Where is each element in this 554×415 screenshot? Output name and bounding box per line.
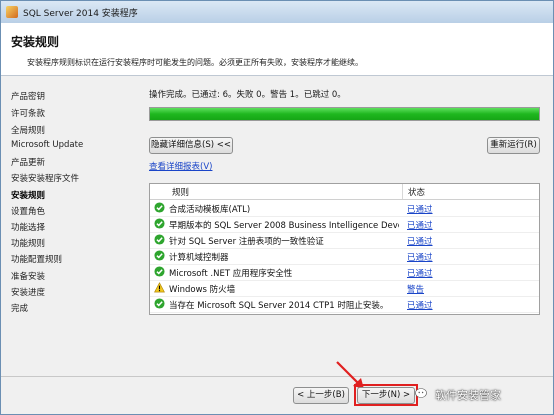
check-icon	[154, 298, 165, 309]
rule-name: 早期版本的 SQL Server 2008 Business Intellige…	[169, 221, 399, 231]
warning-icon	[154, 282, 165, 293]
steps-sidebar: 产品密钥 许可条款 全局规则 Microsoft Update 产品更新 安装安…	[1, 76, 137, 376]
check-icon	[154, 266, 165, 277]
rule-name: Windows 防火墙	[169, 285, 236, 295]
title-bar: SQL Server 2014 安装程序	[1, 1, 553, 24]
window-title: SQL Server 2014 安装程序	[23, 9, 138, 19]
hide-details-button[interactable]: 隐藏详细信息(S) <<	[149, 137, 233, 154]
wechat-logo-icon	[415, 388, 427, 398]
rule-status-link[interactable]: 已通过	[407, 203, 433, 215]
rule-name: Microsoft .NET 应用程序安全性	[169, 269, 293, 279]
table-row[interactable]: 针对 SQL Server 注册表项的一致性验证 已通过	[150, 232, 539, 249]
rule-status-link[interactable]: 已通过	[407, 251, 433, 263]
sidebar-item-product-key[interactable]: 产品密钥	[11, 90, 45, 102]
table-row[interactable]: 早期版本的 SQL Server 2008 Business Intellige…	[150, 216, 539, 233]
back-button[interactable]: < 上一步(B)	[293, 387, 349, 404]
page-header: 安装规则 安装程序规则标识在运行安装程序时可能发生的问题。必须更正所有失败，安装…	[1, 23, 553, 76]
footer-divider	[1, 376, 553, 377]
page-title: 安装规则	[11, 35, 60, 49]
view-report-link[interactable]: 查看详细报表(V)	[149, 160, 212, 172]
sidebar-item-product-updates[interactable]: 产品更新	[11, 156, 45, 168]
check-icon	[154, 202, 165, 213]
sidebar-item-setup-role[interactable]: 设置角色	[11, 205, 45, 217]
sidebar-item-feature-rules[interactable]: 功能规则	[11, 237, 45, 249]
table-row[interactable]: 计算机域控制器 已通过	[150, 248, 539, 265]
operation-status: 操作完成。已通过: 6。失败 0。警告 1。已跳过 0。	[149, 90, 346, 100]
watermark-text: 软件安装管家	[435, 389, 501, 402]
check-icon	[154, 250, 165, 261]
table-row[interactable]: 合成活动模板库(ATL) 已通过	[150, 200, 539, 217]
sidebar-item-complete[interactable]: 完成	[11, 302, 28, 314]
table-row[interactable]: Microsoft .NET 应用程序安全性 已通过	[150, 264, 539, 281]
sidebar-item-ready-to-install[interactable]: 准备安装	[11, 270, 45, 282]
rule-status-link[interactable]: 已通过	[407, 267, 433, 279]
sidebar-item-install-rules[interactable]: 安装规则	[11, 189, 45, 201]
column-header-status[interactable]: 状态	[408, 186, 425, 198]
next-button-highlight	[354, 384, 418, 406]
rules-table: 规则 状态 合成活动模板库(ATL) 已通过 早期版本的 SQL Server …	[149, 183, 540, 315]
rule-status-link[interactable]: 警告	[407, 283, 424, 295]
sql-server-app-icon	[6, 6, 18, 18]
column-separator	[402, 184, 403, 199]
table-header: 规则 状态	[150, 184, 539, 200]
rule-status-link[interactable]: 已通过	[407, 299, 433, 311]
page-description: 安装程序规则标识在运行安装程序时可能发生的问题。必须更正所有失败，安装程序才能继…	[27, 58, 363, 67]
sidebar-item-license-terms[interactable]: 许可条款	[11, 107, 45, 119]
rule-status-link[interactable]: 已通过	[407, 219, 433, 231]
rule-name: 当存在 Microsoft SQL Server 2014 CTP1 时阻止安装…	[169, 301, 389, 311]
sidebar-item-feature-config-rules[interactable]: 功能配置规则	[11, 253, 62, 265]
rule-name: 针对 SQL Server 注册表项的一致性验证	[169, 237, 324, 247]
rule-status-link[interactable]: 已通过	[407, 235, 433, 247]
sidebar-item-feature-selection[interactable]: 功能选择	[11, 221, 45, 233]
main-content: 操作完成。已通过: 6。失败 0。警告 1。已跳过 0。 隐藏详细信息(S) <…	[137, 76, 553, 376]
sidebar-item-microsoft-update[interactable]: Microsoft Update	[11, 140, 83, 150]
column-header-rule[interactable]: 规则	[172, 186, 189, 198]
check-icon	[154, 218, 165, 229]
rule-name: 合成活动模板库(ATL)	[169, 205, 251, 215]
rerun-button[interactable]: 重新运行(R)	[487, 137, 540, 154]
check-icon	[154, 234, 165, 245]
rule-name: 计算机域控制器	[169, 253, 229, 263]
table-row[interactable]: Windows 防火墙 警告	[150, 280, 539, 297]
sidebar-item-install-setup-files[interactable]: 安装安装程序文件	[11, 172, 79, 184]
sidebar-item-install-progress[interactable]: 安装进度	[11, 286, 45, 298]
progress-fill	[150, 108, 539, 120]
installer-window: SQL Server 2014 安装程序 安装规则 安装程序规则标识在运行安装程…	[0, 0, 554, 415]
table-row[interactable]: 当存在 Microsoft SQL Server 2014 CTP1 时阻止安装…	[150, 296, 539, 313]
sidebar-item-global-rules[interactable]: 全局规则	[11, 124, 45, 136]
progress-bar	[149, 107, 540, 121]
